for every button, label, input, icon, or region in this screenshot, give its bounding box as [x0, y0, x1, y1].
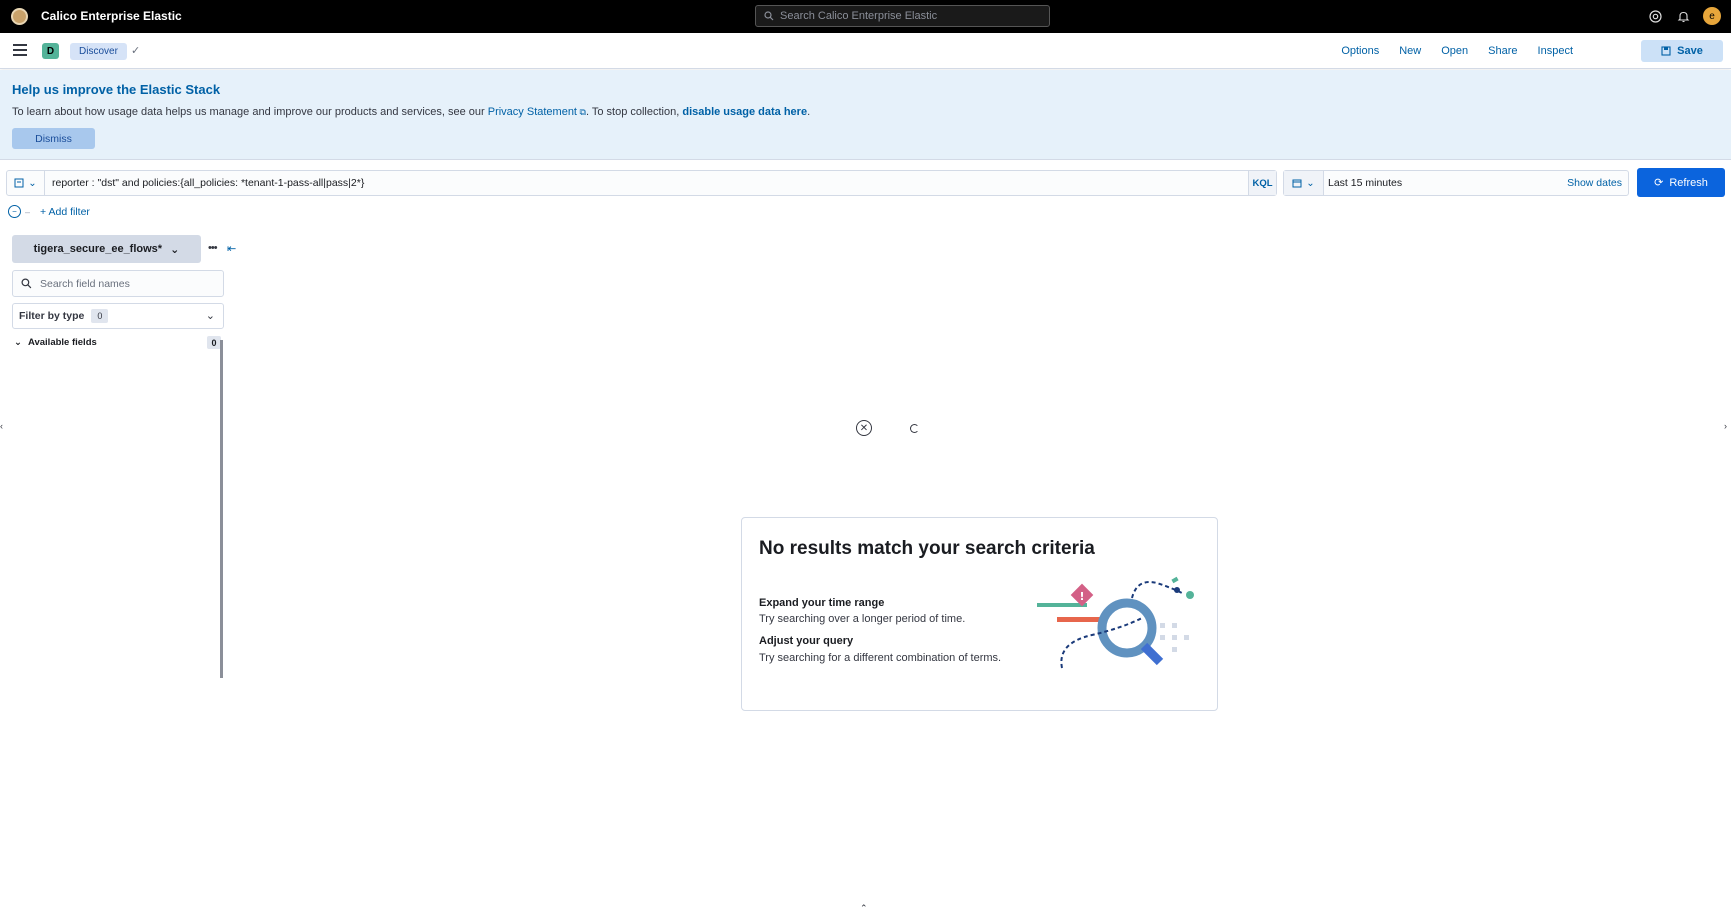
- tip-adjust-title: Adjust your query: [759, 635, 854, 647]
- app-toolbar: D Discover ✓ Options New Open Share Insp…: [0, 33, 1731, 69]
- svg-text:!: !: [1079, 590, 1084, 603]
- index-pattern-label: tigera_secure_ee_flows*: [33, 243, 163, 255]
- disable-usage-link[interactable]: disable usage data here: [682, 106, 807, 118]
- available-fields-toggle[interactable]: ⌄ Available fields 0: [14, 336, 221, 349]
- inspect-link[interactable]: Inspect: [1528, 43, 1583, 59]
- global-search-input[interactable]: Search Calico Enterprise Elastic: [755, 5, 1050, 27]
- callout-text-after: .: [807, 106, 811, 118]
- open-link[interactable]: Open: [1431, 43, 1478, 59]
- filter-by-type-button[interactable]: Filter by type 0 ⌄: [12, 303, 224, 329]
- callout-text-middle: . To stop collection,: [585, 106, 683, 118]
- chevron-down-icon: ⌄: [28, 177, 37, 189]
- right-resize-handle-icon[interactable]: ›: [1724, 421, 1727, 431]
- quick-select-button[interactable]: ⌄: [1284, 171, 1324, 195]
- refresh-button-label: Refresh: [1669, 176, 1708, 189]
- query-input[interactable]: reporter : "dst" and policies:{all_polic…: [52, 177, 364, 189]
- header-actions: e: [1647, 7, 1721, 25]
- tip-adjust-text: Try searching for a different combinatio…: [759, 652, 1002, 664]
- no-results-title: No results match your search criteria: [759, 538, 1095, 559]
- chevron-down-icon: ⌄: [14, 337, 22, 348]
- menu-toggle-icon[interactable]: [13, 44, 27, 56]
- filter-count-badge: 0: [91, 309, 109, 323]
- query-bar: ⌄ reporter : "dst" and policies:{all_pol…: [6, 170, 1277, 196]
- field-search-input[interactable]: Search field names: [12, 270, 224, 297]
- show-dates-link[interactable]: Show dates: [1567, 177, 1622, 189]
- chevron-down-icon: ⌄: [170, 243, 180, 256]
- external-link-icon: ⧉: [577, 107, 586, 117]
- breadcrumb-discover[interactable]: Discover: [70, 43, 127, 60]
- filter-by-type-label: Filter by type: [19, 310, 85, 322]
- no-results-panel: No results match your search criteria Ex…: [741, 517, 1218, 711]
- calendar-icon: [1292, 179, 1302, 188]
- save-icon: [1661, 46, 1671, 56]
- search-icon: [21, 278, 32, 289]
- available-fields-count: 0: [207, 336, 221, 349]
- filter-options-icon[interactable]: −: [8, 205, 21, 218]
- time-range-label[interactable]: Last 15 minutes: [1328, 177, 1402, 189]
- top-nav-menu: Options New Open Share Inspect: [1331, 43, 1583, 59]
- date-picker: ⌄ Last 15 minutes Show dates: [1283, 170, 1629, 196]
- index-options-icon[interactable]: •••: [208, 242, 218, 254]
- search-icon: [764, 11, 774, 21]
- sidebar-scrollbar[interactable]: [220, 340, 223, 678]
- app-title: Calico Enterprise Elastic: [41, 9, 182, 23]
- user-avatar[interactable]: e: [1703, 7, 1721, 25]
- save-button[interactable]: Save: [1641, 40, 1723, 62]
- chevron-down-icon: ⌄: [205, 310, 215, 322]
- available-fields-label: Available fields: [27, 337, 97, 348]
- breadcrumb-check-icon: ✓: [131, 45, 141, 57]
- index-pattern-selector[interactable]: tigera_secure_ee_flows* ⌄: [12, 235, 201, 263]
- global-header: Calico Enterprise Elastic Search Calico …: [0, 0, 1731, 33]
- saved-query-button[interactable]: ⌄: [7, 171, 45, 195]
- dismiss-button[interactable]: Dismiss: [12, 128, 95, 149]
- global-search-placeholder: Search Calico Enterprise Elastic: [780, 10, 938, 22]
- options-link[interactable]: Options: [1331, 43, 1389, 59]
- callout-title: Help us improve the Elastic Stack: [12, 82, 221, 97]
- tip-expand-title: Expand your time range: [759, 597, 885, 609]
- kql-toggle-button[interactable]: KQL: [1248, 171, 1276, 195]
- filter-dash: –: [25, 206, 31, 217]
- chevron-down-icon: ⌄: [1306, 177, 1315, 189]
- callout-text-before: To learn about how usage data helps us m…: [12, 106, 488, 118]
- telemetry-callout: Help us improve the Elastic Stack To lea…: [0, 70, 1731, 160]
- save-button-label: Save: [1677, 45, 1703, 57]
- tip-expand-text: Try searching over a longer period of ti…: [759, 613, 966, 625]
- share-link[interactable]: Share: [1478, 43, 1527, 59]
- elastic-logo-icon[interactable]: [11, 8, 28, 25]
- newsfeed-icon[interactable]: [1675, 8, 1691, 24]
- saved-query-icon: [14, 178, 24, 188]
- space-avatar[interactable]: D: [42, 43, 59, 59]
- loading-spinner-icon: [910, 424, 919, 433]
- bottom-resize-handle-icon[interactable]: ⌃: [860, 903, 868, 912]
- refresh-button[interactable]: ⟳ Refresh: [1637, 168, 1725, 197]
- collapse-sidebar-icon[interactable]: ⇤: [227, 242, 236, 255]
- magnifying-glass-illustration-icon: !: [1037, 576, 1194, 669]
- cancel-request-icon[interactable]: ✕: [856, 420, 872, 436]
- refresh-icon: ⟳: [1654, 177, 1664, 189]
- privacy-statement-link[interactable]: Privacy Statement: [488, 106, 577, 118]
- field-search-placeholder: Search field names: [40, 277, 130, 290]
- help-icon[interactable]: [1647, 8, 1663, 24]
- callout-text: To learn about how usage data helps us m…: [12, 106, 810, 118]
- add-filter-button[interactable]: + Add filter: [40, 206, 90, 218]
- filter-bar: − – + Add filter: [8, 205, 90, 218]
- new-link[interactable]: New: [1389, 43, 1431, 59]
- left-resize-handle-icon[interactable]: ‹: [0, 421, 3, 431]
